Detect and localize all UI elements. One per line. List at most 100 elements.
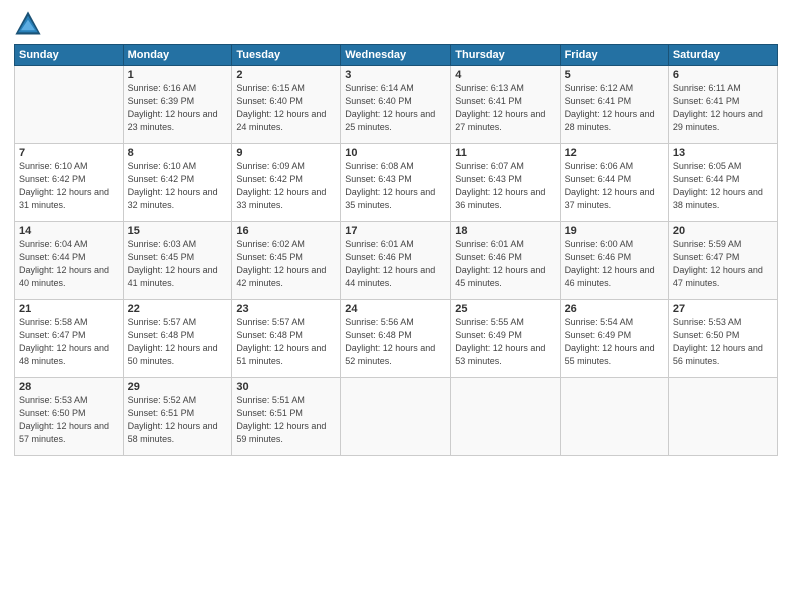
day-number: 22 [128,303,228,315]
column-header-monday: Monday [123,45,232,66]
day-cell: 29Sunrise: 5:52 AM Sunset: 6:51 PM Dayli… [123,378,232,456]
day-cell: 1Sunrise: 6:16 AM Sunset: 6:39 PM Daylig… [123,66,232,144]
day-number: 17 [345,225,446,237]
day-info: Sunrise: 5:57 AM Sunset: 6:48 PM Dayligh… [128,316,228,368]
week-row-2: 7Sunrise: 6:10 AM Sunset: 6:42 PM Daylig… [15,144,778,222]
day-number: 12 [565,147,664,159]
day-info: Sunrise: 5:51 AM Sunset: 6:51 PM Dayligh… [236,394,336,446]
day-cell: 4Sunrise: 6:13 AM Sunset: 6:41 PM Daylig… [451,66,560,144]
calendar-header-row: SundayMondayTuesdayWednesdayThursdayFrid… [15,45,778,66]
day-info: Sunrise: 6:04 AM Sunset: 6:44 PM Dayligh… [19,238,119,290]
day-cell: 27Sunrise: 5:53 AM Sunset: 6:50 PM Dayli… [668,300,777,378]
day-number: 27 [673,303,773,315]
day-cell: 10Sunrise: 6:08 AM Sunset: 6:43 PM Dayli… [341,144,451,222]
day-info: Sunrise: 6:15 AM Sunset: 6:40 PM Dayligh… [236,82,336,134]
day-cell: 23Sunrise: 5:57 AM Sunset: 6:48 PM Dayli… [232,300,341,378]
day-cell: 16Sunrise: 6:02 AM Sunset: 6:45 PM Dayli… [232,222,341,300]
day-info: Sunrise: 6:00 AM Sunset: 6:46 PM Dayligh… [565,238,664,290]
day-info: Sunrise: 6:14 AM Sunset: 6:40 PM Dayligh… [345,82,446,134]
week-row-4: 21Sunrise: 5:58 AM Sunset: 6:47 PM Dayli… [15,300,778,378]
day-info: Sunrise: 5:53 AM Sunset: 6:50 PM Dayligh… [673,316,773,368]
day-info: Sunrise: 6:09 AM Sunset: 6:42 PM Dayligh… [236,160,336,212]
day-cell: 26Sunrise: 5:54 AM Sunset: 6:49 PM Dayli… [560,300,668,378]
day-info: Sunrise: 6:08 AM Sunset: 6:43 PM Dayligh… [345,160,446,212]
day-info: Sunrise: 5:56 AM Sunset: 6:48 PM Dayligh… [345,316,446,368]
day-number: 26 [565,303,664,315]
day-info: Sunrise: 6:07 AM Sunset: 6:43 PM Dayligh… [455,160,555,212]
day-info: Sunrise: 6:01 AM Sunset: 6:46 PM Dayligh… [345,238,446,290]
day-number: 16 [236,225,336,237]
day-info: Sunrise: 5:57 AM Sunset: 6:48 PM Dayligh… [236,316,336,368]
column-header-sunday: Sunday [15,45,124,66]
header [14,10,778,38]
day-cell: 2Sunrise: 6:15 AM Sunset: 6:40 PM Daylig… [232,66,341,144]
day-number: 8 [128,147,228,159]
day-info: Sunrise: 5:55 AM Sunset: 6:49 PM Dayligh… [455,316,555,368]
day-info: Sunrise: 5:58 AM Sunset: 6:47 PM Dayligh… [19,316,119,368]
week-row-3: 14Sunrise: 6:04 AM Sunset: 6:44 PM Dayli… [15,222,778,300]
column-header-wednesday: Wednesday [341,45,451,66]
day-cell: 14Sunrise: 6:04 AM Sunset: 6:44 PM Dayli… [15,222,124,300]
day-number: 18 [455,225,555,237]
day-cell: 6Sunrise: 6:11 AM Sunset: 6:41 PM Daylig… [668,66,777,144]
day-info: Sunrise: 6:12 AM Sunset: 6:41 PM Dayligh… [565,82,664,134]
day-number: 24 [345,303,446,315]
day-cell: 15Sunrise: 6:03 AM Sunset: 6:45 PM Dayli… [123,222,232,300]
day-number: 28 [19,381,119,393]
day-number: 6 [673,69,773,81]
page: SundayMondayTuesdayWednesdayThursdayFrid… [0,0,792,612]
logo-icon [14,10,42,38]
day-number: 15 [128,225,228,237]
column-header-saturday: Saturday [668,45,777,66]
day-number: 30 [236,381,336,393]
day-cell [15,66,124,144]
day-info: Sunrise: 6:05 AM Sunset: 6:44 PM Dayligh… [673,160,773,212]
day-number: 11 [455,147,555,159]
day-cell: 28Sunrise: 5:53 AM Sunset: 6:50 PM Dayli… [15,378,124,456]
day-cell: 18Sunrise: 6:01 AM Sunset: 6:46 PM Dayli… [451,222,560,300]
day-info: Sunrise: 6:13 AM Sunset: 6:41 PM Dayligh… [455,82,555,134]
day-number: 4 [455,69,555,81]
week-row-1: 1Sunrise: 6:16 AM Sunset: 6:39 PM Daylig… [15,66,778,144]
day-cell: 5Sunrise: 6:12 AM Sunset: 6:41 PM Daylig… [560,66,668,144]
day-info: Sunrise: 6:16 AM Sunset: 6:39 PM Dayligh… [128,82,228,134]
column-header-tuesday: Tuesday [232,45,341,66]
day-info: Sunrise: 6:01 AM Sunset: 6:46 PM Dayligh… [455,238,555,290]
day-cell: 12Sunrise: 6:06 AM Sunset: 6:44 PM Dayli… [560,144,668,222]
day-cell: 3Sunrise: 6:14 AM Sunset: 6:40 PM Daylig… [341,66,451,144]
day-cell: 13Sunrise: 6:05 AM Sunset: 6:44 PM Dayli… [668,144,777,222]
day-info: Sunrise: 6:10 AM Sunset: 6:42 PM Dayligh… [19,160,119,212]
day-cell: 7Sunrise: 6:10 AM Sunset: 6:42 PM Daylig… [15,144,124,222]
day-number: 3 [345,69,446,81]
day-cell: 8Sunrise: 6:10 AM Sunset: 6:42 PM Daylig… [123,144,232,222]
day-cell: 11Sunrise: 6:07 AM Sunset: 6:43 PM Dayli… [451,144,560,222]
day-number: 2 [236,69,336,81]
day-info: Sunrise: 6:02 AM Sunset: 6:45 PM Dayligh… [236,238,336,290]
day-number: 5 [565,69,664,81]
column-header-thursday: Thursday [451,45,560,66]
day-info: Sunrise: 6:06 AM Sunset: 6:44 PM Dayligh… [565,160,664,212]
day-cell: 24Sunrise: 5:56 AM Sunset: 6:48 PM Dayli… [341,300,451,378]
day-cell [560,378,668,456]
column-header-friday: Friday [560,45,668,66]
day-cell [341,378,451,456]
day-number: 7 [19,147,119,159]
logo [14,10,46,38]
day-cell: 30Sunrise: 5:51 AM Sunset: 6:51 PM Dayli… [232,378,341,456]
day-cell: 22Sunrise: 5:57 AM Sunset: 6:48 PM Dayli… [123,300,232,378]
day-number: 29 [128,381,228,393]
day-info: Sunrise: 6:10 AM Sunset: 6:42 PM Dayligh… [128,160,228,212]
calendar-table: SundayMondayTuesdayWednesdayThursdayFrid… [14,44,778,456]
day-info: Sunrise: 6:03 AM Sunset: 6:45 PM Dayligh… [128,238,228,290]
day-number: 23 [236,303,336,315]
day-number: 14 [19,225,119,237]
day-number: 1 [128,69,228,81]
day-number: 21 [19,303,119,315]
day-cell: 25Sunrise: 5:55 AM Sunset: 6:49 PM Dayli… [451,300,560,378]
day-info: Sunrise: 5:59 AM Sunset: 6:47 PM Dayligh… [673,238,773,290]
day-cell: 17Sunrise: 6:01 AM Sunset: 6:46 PM Dayli… [341,222,451,300]
day-number: 9 [236,147,336,159]
day-info: Sunrise: 5:54 AM Sunset: 6:49 PM Dayligh… [565,316,664,368]
day-cell [451,378,560,456]
day-cell: 20Sunrise: 5:59 AM Sunset: 6:47 PM Dayli… [668,222,777,300]
